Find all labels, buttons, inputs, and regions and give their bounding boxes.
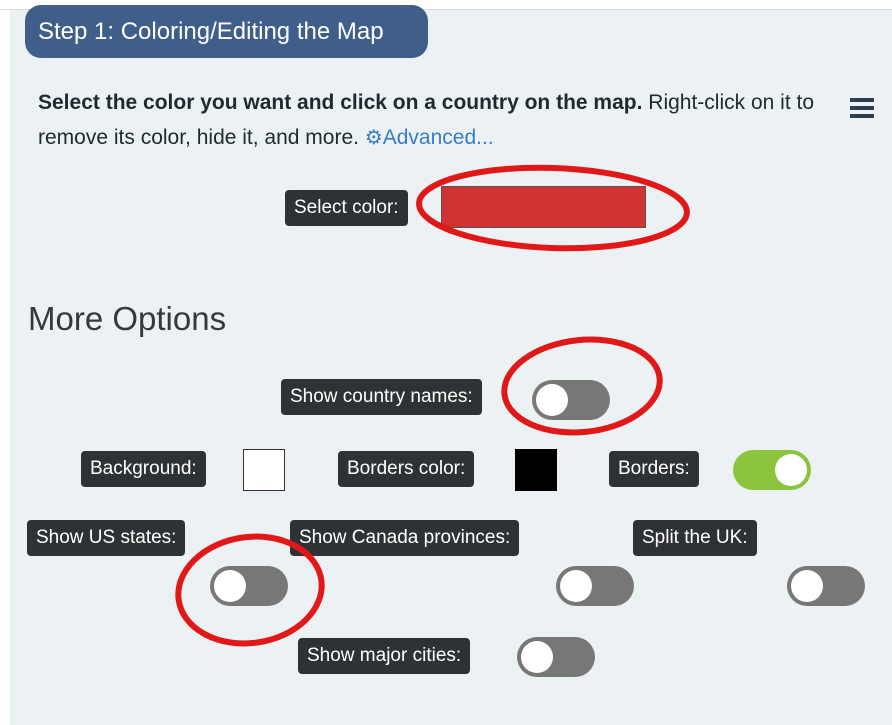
- background-label: Background:: [81, 451, 206, 487]
- show-major-cities-toggle[interactable]: [517, 637, 595, 677]
- borders-label: Borders:: [609, 451, 699, 487]
- toggle-knob: [560, 570, 592, 602]
- gear-icon: ⚙: [364, 127, 383, 149]
- borders-color-label: Borders color:: [338, 451, 475, 487]
- instructions-text: Select the color you want and click on a…: [38, 85, 838, 156]
- select-color-swatch[interactable]: [441, 186, 646, 228]
- hamburger-menu-icon[interactable]: [850, 98, 874, 118]
- toggle-knob: [791, 570, 823, 602]
- advanced-link-label: Advanced...: [382, 126, 494, 149]
- toggle-knob: [214, 570, 246, 602]
- borders-color-swatch[interactable]: [515, 449, 557, 491]
- show-country-names-label: Show country names:: [281, 379, 482, 415]
- split-uk-toggle[interactable]: [787, 566, 865, 606]
- show-major-cities-label: Show major cities:: [298, 638, 471, 674]
- show-canada-provinces-toggle[interactable]: [556, 566, 634, 606]
- select-color-label: Select color:: [285, 190, 408, 226]
- toggle-knob: [521, 641, 553, 673]
- split-uk-label: Split the UK:: [633, 520, 757, 556]
- more-options-heading: More Options: [28, 300, 227, 337]
- instructions-bold: Select the color you want and click on a…: [38, 91, 643, 114]
- toggle-knob: [775, 454, 807, 486]
- show-us-states-label: Show US states:: [27, 520, 186, 556]
- borders-toggle[interactable]: [733, 450, 811, 490]
- toggle-knob: [536, 384, 568, 416]
- show-canada-provinces-label: Show Canada provinces:: [290, 520, 520, 556]
- background-color-swatch[interactable]: [243, 449, 285, 491]
- step-header: Step 1: Coloring/Editing the Map: [25, 5, 428, 58]
- show-us-states-toggle[interactable]: [210, 566, 288, 606]
- advanced-link[interactable]: ⚙Advanced...: [365, 126, 494, 149]
- show-country-names-toggle[interactable]: [532, 380, 610, 420]
